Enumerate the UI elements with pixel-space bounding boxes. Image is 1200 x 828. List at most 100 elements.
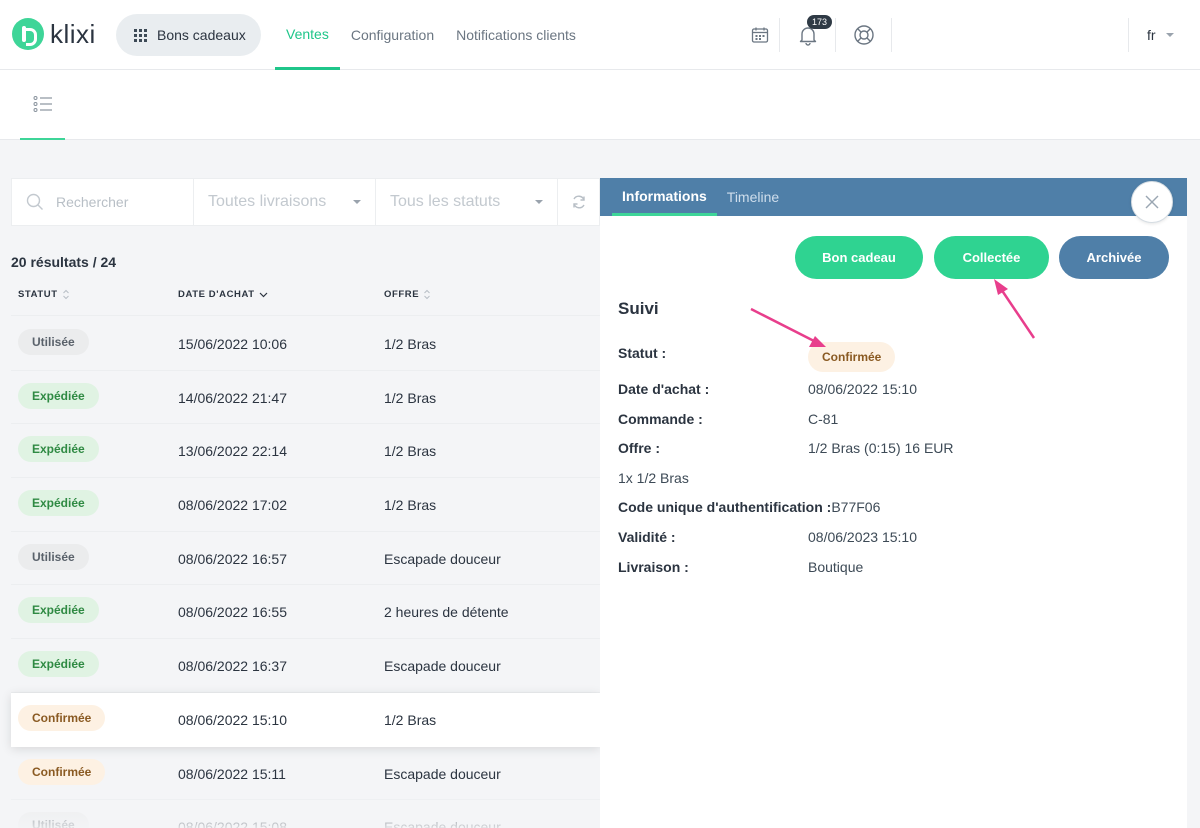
line-item: 1x 1/2 Bras: [618, 470, 689, 486]
close-button[interactable]: [1131, 181, 1173, 223]
delivery-filter-value: Toutes livraisons: [208, 193, 327, 210]
status-badge: Confirmée: [18, 758, 106, 785]
bon-cadeau-button[interactable]: Bon cadeau: [795, 236, 923, 279]
archivee-button[interactable]: Archivée: [1059, 236, 1169, 279]
nav-ventes[interactable]: Ventes: [275, 0, 340, 70]
table-row[interactable]: Confirmée 08/06/2022 15:10 1/2 Bras: [11, 692, 600, 747]
row-date-cell: 08/06/2022 15:10: [178, 711, 287, 728]
table-row[interactable]: Utilisée 08/06/2022 15:08 Escapade douceur: [11, 800, 600, 828]
row-status-cell: Confirmée: [18, 758, 106, 785]
notifications-button[interactable]: 173: [780, 15, 836, 52]
nav-configuration[interactable]: Configuration: [340, 0, 445, 70]
order-label: Commande :: [618, 411, 703, 427]
language-select[interactable]: fr: [1128, 18, 1174, 52]
row-offer-cell: 1/2 Bras: [384, 497, 437, 514]
detail-tabs: Informations Timeline: [600, 178, 1187, 216]
delivery-label: Livraison :: [618, 559, 689, 575]
view-switcher-bar: [0, 70, 1200, 140]
table-row[interactable]: Expédiée 13/06/2022 22:14 1/2 Bras: [11, 424, 600, 479]
table-row[interactable]: Utilisée 15/06/2022 10:06 1/2 Bras: [11, 317, 600, 371]
row-date-cell: 08/06/2022 15:08: [178, 819, 287, 828]
offer-label: Offre :: [618, 440, 660, 456]
table-row[interactable]: Expédiée 14/06/2022 21:47 1/2 Bras: [11, 371, 600, 425]
tab-timeline[interactable]: Timeline: [717, 178, 789, 216]
column-header-offre[interactable]: OFFRE: [384, 289, 431, 300]
row-offer-cell: Escapade douceur: [384, 550, 501, 567]
status-badge: Expédiée: [18, 651, 99, 678]
help-button[interactable]: [836, 18, 892, 52]
status-badge: Utilisée: [18, 543, 89, 570]
status-label: Statut :: [618, 345, 667, 361]
calendar-icon: [751, 27, 768, 43]
refresh-button[interactable]: [558, 194, 599, 210]
tab-informations[interactable]: Informations: [612, 178, 717, 216]
row-offer-cell: 2 heures de détente: [384, 604, 509, 621]
chevron-down-icon: [1165, 33, 1174, 37]
language-value: fr: [1147, 27, 1156, 43]
validity-value: 08/06/2023 15:10: [808, 529, 917, 545]
list-icon: [33, 96, 52, 112]
detail-panel: Informations Timeline Bon cadeau Collect…: [600, 178, 1187, 828]
klixi-logo[interactable]: klixi: [12, 18, 96, 50]
sales-table-body: Utilisée 15/06/2022 10:06 1/2 Bras Expédiée…: [11, 317, 600, 828]
table-row[interactable]: Expédiée 08/06/2022 16:37 Escapade douceur: [11, 639, 600, 693]
table-row[interactable]: Utilisée 08/06/2022 16:57 Escapade douceur: [11, 532, 600, 586]
table-row[interactable]: Confirmée 08/06/2022 15:11 Escapade douceu…: [11, 747, 600, 801]
row-status-cell: Utilisée: [18, 543, 89, 570]
code-label: Code unique d'authentification :: [618, 499, 832, 515]
chevron-down-icon: [353, 200, 361, 204]
filter-bar: Rechercher Toutes livraisons Tous les st…: [11, 178, 600, 226]
status-badge: Expédiée: [18, 490, 99, 517]
nav-notifications-clients[interactable]: Notifications clients: [445, 0, 587, 70]
row-date-cell: 08/06/2022 16:55: [178, 604, 287, 621]
logo-text: klixi: [50, 18, 96, 49]
status-filter-select[interactable]: Tous les statuts: [376, 179, 558, 225]
status-badge: Expédiée: [18, 382, 99, 409]
table-header: STATUT DATE D'ACHAT OFFRE: [11, 282, 600, 316]
collectee-button[interactable]: Collectée: [934, 236, 1049, 279]
order-row: Commande : C-81: [618, 411, 838, 427]
row-status-cell: Expédiée: [18, 436, 99, 463]
row-status-cell: Confirmée: [18, 704, 106, 731]
order-value: C-81: [808, 411, 839, 427]
column-header-date-achat[interactable]: DATE D'ACHAT: [178, 289, 268, 300]
delivery-row: Livraison : Boutique: [618, 559, 863, 575]
status-filter-value: Tous les statuts: [390, 193, 501, 210]
purchase-date-row: Date d'achat : 08/06/2022 15:10: [618, 381, 917, 397]
purchase-date-value: 08/06/2022 15:10: [808, 381, 917, 397]
main-nav: Ventes Configuration Notifications clien…: [275, 0, 587, 70]
row-date-cell: 08/06/2022 15:11: [178, 765, 286, 782]
row-offer-cell: 1/2 Bras: [384, 443, 437, 460]
purchase-date-label: Date d'achat :: [618, 381, 710, 397]
status-badge: Expédiée: [18, 436, 99, 463]
row-offer-cell: Escapade douceur: [384, 658, 501, 675]
results-count: 20 résultats / 24: [11, 254, 117, 270]
apps-grid-icon: [134, 28, 147, 42]
row-status-cell: Expédiée: [18, 382, 99, 409]
column-header-statut[interactable]: STATUT: [18, 289, 70, 300]
row-status-cell: Expédiée: [18, 597, 99, 624]
row-offer-cell: Escapade douceur: [384, 819, 501, 828]
refresh-icon: [572, 195, 585, 209]
module-switcher-button[interactable]: Bons cadeaux: [116, 14, 261, 56]
calendar-button[interactable]: [740, 18, 780, 52]
table-row[interactable]: Expédiée 08/06/2022 16:55 2 heures de déte…: [11, 585, 600, 640]
delivery-filter-select[interactable]: Toutes livraisons: [194, 179, 376, 225]
row-date-cell: 08/06/2022 16:37: [178, 658, 287, 675]
chevron-down-icon: [259, 292, 268, 297]
sort-icon: [424, 289, 431, 300]
row-offer-cell: 1/2 Bras: [384, 336, 437, 352]
row-date-cell: 15/06/2022 10:06: [178, 336, 287, 352]
search-input[interactable]: Rechercher: [12, 179, 194, 225]
status-badge: Utilisée: [18, 329, 89, 355]
row-offer-cell: 1/2 Bras: [384, 711, 437, 728]
notifications-count-badge: 173: [807, 15, 833, 29]
status-badge: Confirmée: [808, 342, 896, 372]
row-date-cell: 08/06/2022 16:57: [178, 550, 287, 567]
list-view-tab[interactable]: [20, 70, 65, 140]
top-icon-group: 173: [740, 15, 892, 52]
row-date-cell: 08/06/2022 17:02: [178, 497, 287, 514]
row-status-cell: Utilisée: [18, 812, 89, 828]
table-row[interactable]: Expédiée 08/06/2022 17:02 1/2 Bras: [11, 478, 600, 532]
row-offer-cell: 1/2 Bras: [384, 389, 437, 406]
